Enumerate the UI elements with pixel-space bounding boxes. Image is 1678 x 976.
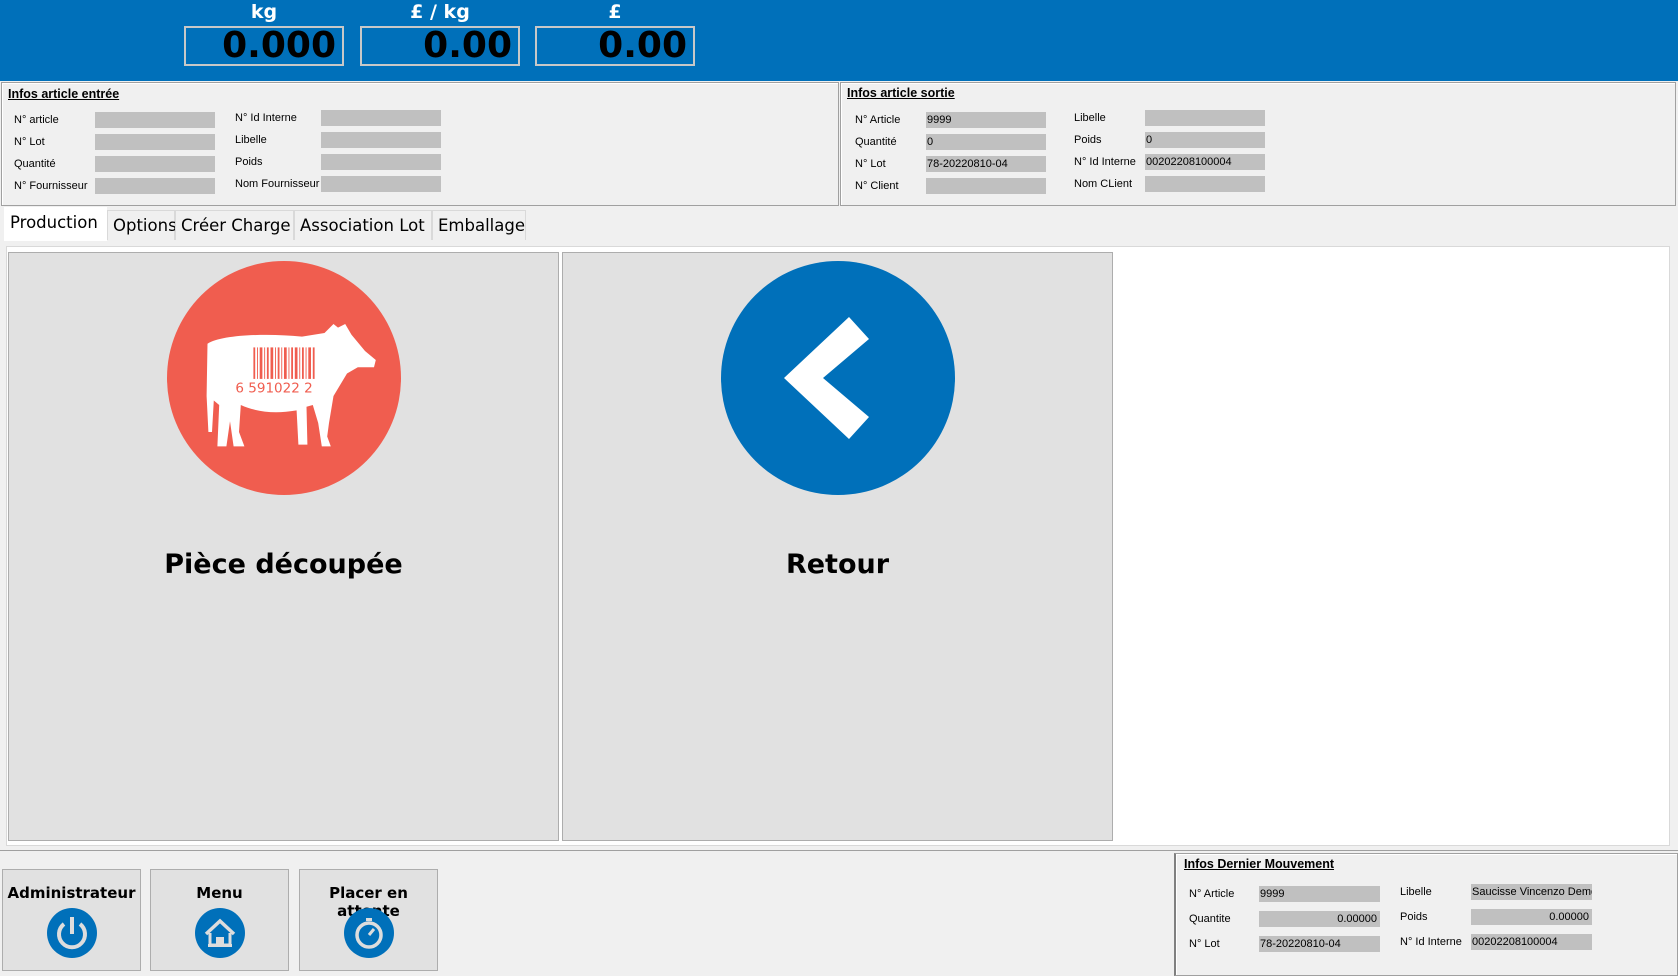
field-label-n-id-interne: N° Id Interne [1400, 936, 1462, 948]
retour-tile[interactable]: Retour [562, 252, 1113, 841]
administrateur-button[interactable]: Administrateur [2, 869, 141, 971]
field-label-n-article: N° Article [1189, 888, 1235, 900]
infos-article-sortie-panel: Infos article sortie N° Article 9999 Quant… [840, 82, 1676, 206]
total-unit-label: £ [608, 1, 622, 23]
field-label-quantite: Quantite [1189, 913, 1231, 925]
field-n-fournisseur[interactable] [95, 178, 215, 194]
infos-dernier-mouvement-panel: Infos Dernier Mouvement N° Article 9999 Qu… [1174, 853, 1678, 976]
field-quantite[interactable]: 0.00000 [1259, 911, 1380, 927]
price-per-kg-display: 0.00 [360, 26, 520, 66]
weight-unit-label: kg [250, 1, 278, 23]
field-label-n-fournisseur: N° Fournisseur [14, 180, 88, 192]
power-icon [47, 908, 97, 958]
tab-creer-charge[interactable]: Créer Charge [175, 210, 294, 240]
field-libelle[interactable] [1145, 110, 1265, 126]
field-label-quantite: Quantité [855, 136, 897, 148]
field-n-id-interne[interactable]: 00202208100004 [1145, 154, 1265, 170]
field-label-n-lot: N° Lot [14, 136, 45, 148]
cow-barcode-icon: 6 591022 2 [167, 261, 401, 495]
button-label: Administrateur [7, 884, 136, 902]
field-label-n-lot: N° Lot [855, 158, 886, 170]
tab-production[interactable]: Production [4, 207, 107, 241]
field-n-id-interne[interactable] [321, 110, 441, 126]
tab-emballage[interactable]: Emballage [432, 210, 526, 240]
placer-en-attente-button[interactable]: Placer en attente [299, 869, 438, 971]
weight-display: 0.000 [184, 26, 344, 66]
field-libelle[interactable]: Saucisse Vincenzo Demo [1471, 884, 1592, 900]
field-quantite[interactable]: 0 [926, 134, 1046, 150]
tab-options[interactable]: Options [107, 210, 177, 240]
field-label-libelle: Libelle [1400, 886, 1432, 898]
field-n-lot[interactable] [95, 134, 215, 150]
field-poids[interactable]: 0.00000 [1471, 909, 1592, 925]
total-display: 0.00 [535, 26, 695, 66]
field-n-lot[interactable]: 78-20220810-04 [1259, 936, 1380, 952]
field-label-n-id-interne: N° Id Interne [235, 112, 297, 124]
field-label-nom-client: Nom CLient [1074, 178, 1133, 190]
field-poids[interactable]: 0 [1145, 132, 1265, 148]
divider [0, 850, 1678, 851]
tile-label: Pièce découpée [164, 549, 403, 580]
field-label-n-client: N° Client [855, 180, 899, 192]
field-label-n-article: N° Article [855, 114, 901, 126]
field-n-article[interactable]: 9999 [1259, 886, 1380, 902]
field-label-n-article: N° article [14, 114, 59, 126]
chevron-left-icon [721, 261, 955, 495]
field-n-lot[interactable]: 78-20220810-04 [926, 156, 1046, 172]
field-n-client[interactable] [926, 178, 1046, 194]
price-unit-label: £ / kg [410, 1, 470, 23]
tab-association-lot[interactable]: Association Lot [294, 210, 432, 240]
field-poids[interactable] [321, 154, 441, 170]
panel-title: Infos article sortie [847, 86, 955, 100]
infos-article-entree-panel: Infos article entrée N° article N° Lot Qua… [1, 82, 839, 206]
home-icon [195, 908, 245, 958]
field-label-poids: Poids [1074, 134, 1102, 146]
field-nom-client[interactable] [1145, 176, 1265, 192]
menu-button[interactable]: Menu [150, 869, 289, 971]
stopwatch-icon [344, 908, 394, 958]
field-label-quantite: Quantité [14, 158, 56, 170]
field-quantite[interactable] [95, 156, 215, 172]
field-label-poids: Poids [235, 156, 263, 168]
field-label-libelle: Libelle [235, 134, 267, 146]
barcode-number: 6 591022 2 [235, 380, 312, 396]
panel-title: Infos article entrée [8, 87, 120, 101]
scale-display-header: kg 0.000 £ / kg 0.00 £ 0.00 [0, 0, 1678, 81]
piece-decoupee-tile[interactable]: 6 591022 2 Pièce découpée [8, 252, 559, 841]
field-n-id-interne[interactable]: 00202208100004 [1471, 934, 1592, 950]
field-label-poids: Poids [1400, 911, 1428, 923]
field-label-libelle: Libelle [1074, 112, 1106, 124]
tile-label: Retour [785, 549, 890, 580]
field-label-n-id-interne: N° Id Interne [1074, 156, 1136, 168]
field-label-n-lot: N° Lot [1189, 938, 1220, 950]
field-nom-fournisseur[interactable] [321, 176, 441, 192]
field-n-article[interactable]: 9999 [926, 112, 1046, 128]
panel-title: Infos Dernier Mouvement [1184, 857, 1335, 871]
field-n-article[interactable] [95, 112, 215, 128]
button-label: Menu [196, 884, 243, 902]
field-label-nom-fournisseur: Nom Fournisseur [235, 178, 320, 190]
field-libelle[interactable] [321, 132, 441, 148]
